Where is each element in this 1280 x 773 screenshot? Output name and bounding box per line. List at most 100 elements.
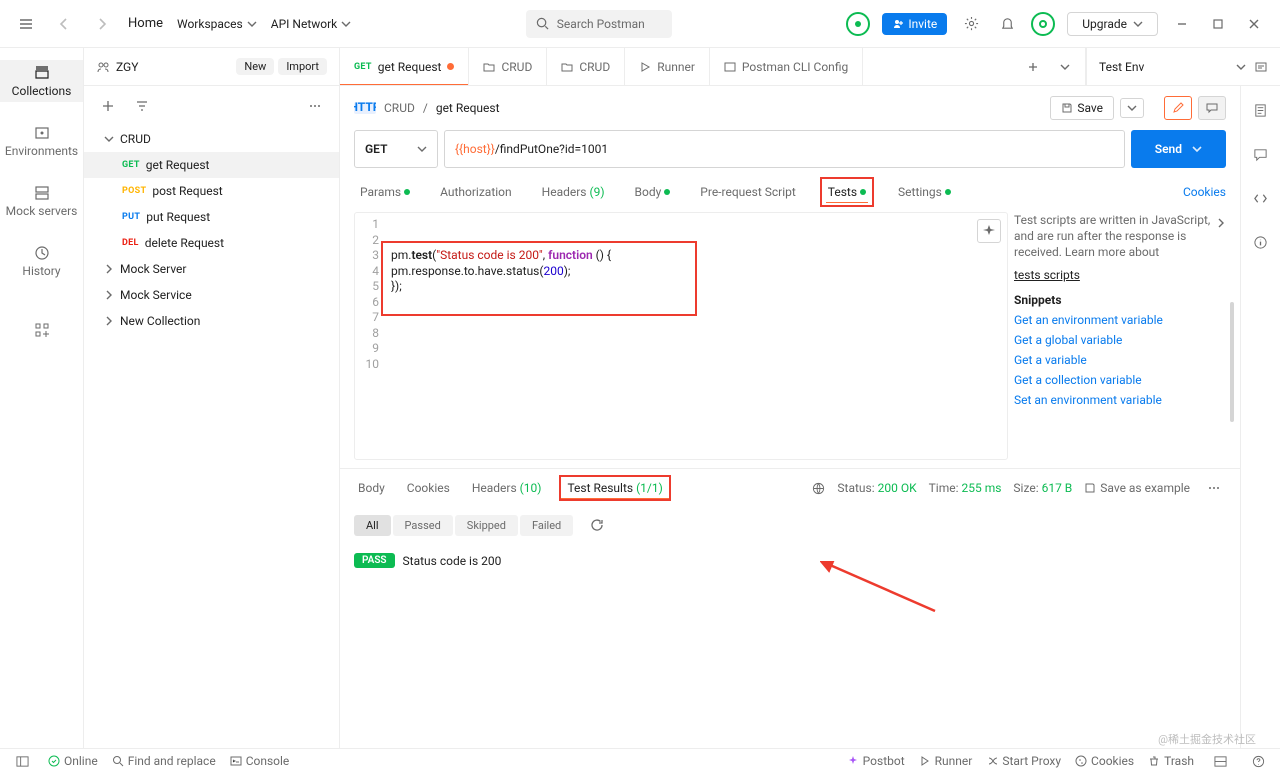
reqtab-body[interactable]: Body bbox=[629, 179, 677, 205]
add-collection-icon[interactable] bbox=[96, 94, 120, 118]
invite-button[interactable]: Invite bbox=[882, 13, 947, 35]
reqtab-settings[interactable]: Settings bbox=[892, 179, 957, 205]
back-icon[interactable] bbox=[52, 12, 76, 36]
hamburger-icon[interactable] bbox=[14, 12, 38, 36]
filter-failed[interactable]: Failed bbox=[520, 515, 573, 536]
reqtab-prerequest[interactable]: Pre-request Script bbox=[694, 179, 801, 205]
filter-skipped[interactable]: Skipped bbox=[455, 515, 518, 536]
reqtab-authorization[interactable]: Authorization bbox=[434, 179, 518, 205]
resptab-cookies[interactable]: Cookies bbox=[403, 475, 454, 501]
api-network-link[interactable]: API Network bbox=[271, 17, 352, 31]
tree-put-request[interactable]: PUTput Request bbox=[84, 204, 339, 230]
runner-footer[interactable]: Runner bbox=[919, 749, 973, 773]
start-proxy[interactable]: Start Proxy bbox=[986, 749, 1061, 773]
console-toggle[interactable]: Console bbox=[230, 754, 290, 768]
info-icon[interactable] bbox=[1249, 230, 1273, 254]
tree-delete-request[interactable]: DELdelete Request bbox=[84, 230, 339, 256]
resptab-body[interactable]: Body bbox=[354, 475, 389, 501]
snippet-get-env-var[interactable]: Get an environment variable bbox=[1014, 313, 1226, 327]
tree-delete-label: delete Request bbox=[145, 236, 224, 250]
find-replace[interactable]: Find and replace bbox=[112, 754, 216, 768]
rail-collections[interactable]: Collections bbox=[0, 60, 83, 102]
tree-post-request[interactable]: POSTpost Request bbox=[84, 178, 339, 204]
scrollbar[interactable] bbox=[1230, 302, 1234, 422]
new-tab-icon[interactable] bbox=[1021, 55, 1045, 79]
reqtab-headers[interactable]: Headers (9) bbox=[536, 179, 611, 205]
docs-icon[interactable] bbox=[1249, 98, 1273, 122]
workspaces-link[interactable]: Workspaces bbox=[177, 17, 257, 31]
tab-runner[interactable]: Runner bbox=[625, 48, 710, 85]
tab-crud-2[interactable]: CRUD bbox=[547, 48, 625, 85]
method-select[interactable]: GET bbox=[354, 130, 438, 168]
refresh-results-icon[interactable] bbox=[585, 513, 609, 537]
snippet-get-global-var[interactable]: Get a global variable bbox=[1014, 333, 1226, 347]
tree-new-collection[interactable]: New Collection bbox=[84, 308, 339, 334]
help-icon[interactable] bbox=[1246, 749, 1270, 773]
comments-icon[interactable] bbox=[1198, 96, 1226, 120]
forward-icon[interactable] bbox=[90, 12, 114, 36]
two-pane-icon[interactable] bbox=[1208, 749, 1232, 773]
save-as-example[interactable]: Save as example bbox=[1084, 481, 1190, 495]
rail-history-label: History bbox=[22, 264, 60, 278]
reqtab-params[interactable]: Params bbox=[354, 179, 416, 205]
tree-crud[interactable]: CRUD bbox=[84, 126, 339, 152]
cookies-link[interactable]: Cookies bbox=[1183, 185, 1226, 199]
sidebar-toggle-icon[interactable] bbox=[10, 749, 34, 773]
globe-icon[interactable] bbox=[812, 482, 825, 495]
rail-environments[interactable]: Environments bbox=[0, 120, 83, 162]
cookies-footer[interactable]: Cookies bbox=[1075, 749, 1134, 773]
new-button[interactable]: New bbox=[236, 58, 274, 75]
rail-configure[interactable] bbox=[0, 318, 83, 342]
editor-code[interactable]: pm.test("Status code is 200", function (… bbox=[385, 213, 1007, 459]
send-button[interactable]: Send bbox=[1131, 130, 1226, 168]
tree-mock-server[interactable]: Mock Server bbox=[84, 256, 339, 282]
window-close-icon[interactable] bbox=[1242, 12, 1266, 36]
window-minimize-icon[interactable] bbox=[1170, 12, 1194, 36]
tree-get-request[interactable]: GETget Request bbox=[84, 152, 339, 178]
response-more-icon[interactable] bbox=[1202, 476, 1226, 500]
upgrade-button[interactable]: Upgrade bbox=[1067, 12, 1158, 36]
notifications-icon[interactable] bbox=[995, 12, 1019, 36]
avatar-primary[interactable] bbox=[846, 12, 870, 36]
filter-all[interactable]: All bbox=[354, 515, 391, 536]
resptab-headers[interactable]: Headers (10) bbox=[468, 475, 546, 501]
reqtab-tests[interactable]: Tests bbox=[820, 177, 874, 207]
import-button[interactable]: Import bbox=[278, 58, 327, 75]
snippets-learn-link[interactable]: tests scripts bbox=[1014, 267, 1226, 283]
window-maximize-icon[interactable] bbox=[1206, 12, 1230, 36]
environment-selector[interactable]: Test Env bbox=[1086, 48, 1280, 85]
rail-mock-servers[interactable]: Mock servers bbox=[0, 180, 83, 222]
ai-suggest-icon[interactable] bbox=[977, 219, 1001, 243]
breadcrumb-parent[interactable]: CRUD bbox=[384, 101, 415, 115]
url-input[interactable]: {{host}}/findPutOne?id=1001 bbox=[444, 130, 1125, 168]
snippet-get-var[interactable]: Get a variable bbox=[1014, 353, 1226, 367]
tab-get-request[interactable]: GETget Request bbox=[340, 48, 469, 85]
snippet-set-env-var[interactable]: Set an environment variable bbox=[1014, 393, 1226, 407]
comments-rail-icon[interactable] bbox=[1249, 142, 1273, 166]
rail-history[interactable]: History bbox=[0, 240, 83, 282]
filter-passed[interactable]: Passed bbox=[393, 515, 453, 536]
save-button[interactable]: Save bbox=[1050, 96, 1114, 120]
tree-mock-service[interactable]: Mock Service bbox=[84, 282, 339, 308]
chevron-right-icon[interactable] bbox=[1216, 218, 1226, 228]
postbot[interactable]: Postbot bbox=[847, 749, 905, 773]
settings-icon[interactable] bbox=[959, 12, 983, 36]
env-quicklook-icon[interactable] bbox=[1254, 60, 1268, 74]
snippet-get-collection-var[interactable]: Get a collection variable bbox=[1014, 373, 1226, 387]
filter-icon[interactable] bbox=[130, 94, 154, 118]
more-options-icon[interactable] bbox=[303, 94, 327, 118]
code-icon[interactable] bbox=[1249, 186, 1273, 210]
tab-cli-config[interactable]: Postman CLI Config bbox=[710, 48, 863, 85]
trash-footer[interactable]: Trash bbox=[1148, 749, 1194, 773]
workspace-name[interactable]: ZGY bbox=[96, 60, 138, 74]
search-box[interactable]: Search Postman bbox=[526, 10, 672, 38]
tests-editor[interactable]: 12345678910 pm.test("Status code is 200"… bbox=[354, 212, 1008, 460]
tab-options-icon[interactable] bbox=[1053, 55, 1077, 79]
online-status[interactable]: Online bbox=[48, 754, 98, 768]
edit-icon[interactable] bbox=[1164, 96, 1192, 120]
save-dropdown-icon[interactable] bbox=[1120, 98, 1144, 118]
home-link[interactable]: Home bbox=[128, 16, 163, 31]
tab-crud-1[interactable]: CRUD bbox=[469, 48, 547, 85]
resptab-test-results[interactable]: Test Results (1/1) bbox=[559, 475, 670, 501]
avatar-secondary[interactable] bbox=[1031, 12, 1055, 36]
